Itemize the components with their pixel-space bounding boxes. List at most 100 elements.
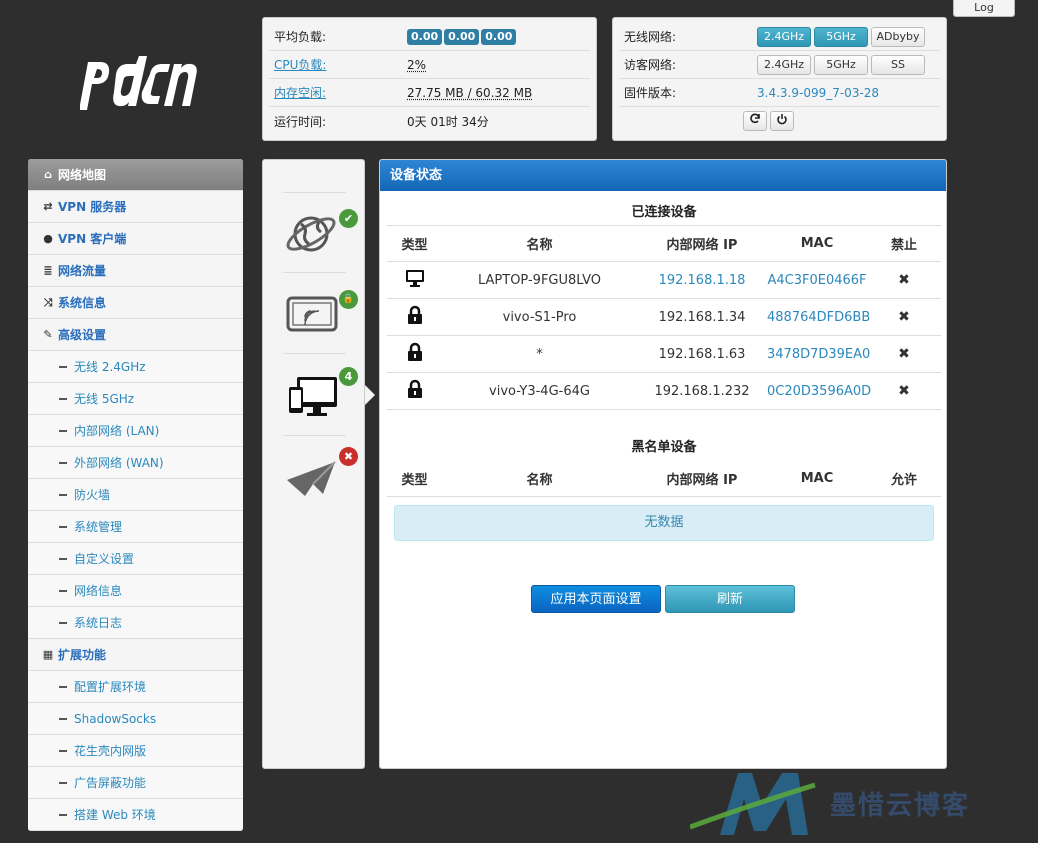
table-row: vivo-S1-Pro 192.168.1.34 488764DFD6BB ✖	[387, 299, 941, 336]
sidebar-sub-shadowsocks[interactable]: ShadowSocks	[28, 703, 243, 735]
blacklist-table: 类型 名称 内部网络 IP MAC 允许	[387, 460, 941, 497]
connected-devices-title: 已连接设备	[631, 205, 697, 220]
wireless-24ghz-button[interactable]: 2.4GHz	[757, 26, 811, 47]
sidebar-item-label: 网络地图	[58, 168, 107, 182]
guest-24ghz-button[interactable]: 2.4GHz	[757, 54, 811, 75]
sidebar-sub-oray[interactable]: 花生壳内网版	[28, 735, 243, 767]
divider	[283, 192, 346, 193]
device-mac[interactable]: 488764DFD6BB	[767, 310, 870, 325]
device-name: vivo-S1-Pro	[502, 309, 577, 325]
sidebar-sub-ext-env[interactable]: 配置扩展环境	[28, 671, 243, 703]
table-header: 类型 名称 内部网络 IP MAC 禁止	[387, 225, 941, 262]
col-mac: MAC	[800, 470, 834, 486]
block-button[interactable]: ✖	[867, 383, 941, 399]
sidebar-item-label: 扩展功能	[58, 648, 107, 662]
block-button[interactable]: ✖	[867, 272, 941, 288]
logout-button[interactable]: Log	[953, 0, 1015, 17]
guest-label: 访客网络:	[624, 58, 677, 72]
home-icon: ⌂	[44, 168, 52, 181]
device-mac[interactable]: 3478D7D39EA0	[767, 347, 870, 362]
desktop-icon	[387, 269, 442, 291]
watermark-logo	[689, 773, 816, 835]
memory-free-link[interactable]: 内存空闲:	[274, 86, 326, 100]
wrench-icon: ✎	[43, 328, 53, 341]
table-row: * 192.168.1.63 3478D7D39EA0 ✖	[387, 336, 941, 373]
logo	[80, 56, 197, 110]
panel-title: 设备状态	[380, 160, 946, 191]
refresh-button[interactable]: 刷新	[665, 585, 795, 613]
col-type: 类型	[401, 238, 428, 253]
watermark: 墨惜云博客	[689, 765, 1030, 840]
load-badge-2: 0.00	[444, 28, 480, 45]
device-status-panel: 设备状态 已连接设备 类型 名称 内部网络 IP MAC 禁止 LAPTOP-9…	[379, 159, 947, 769]
cpu-load-link[interactable]: CPU负载:	[274, 58, 326, 72]
sidebar-item-vpn-client[interactable]: ● VPN 客户端	[28, 223, 243, 255]
sidebar-sub-adblock[interactable]: 广告屏蔽功能	[28, 767, 243, 799]
table-header: 类型 名称 内部网络 IP MAC 允许	[387, 460, 941, 497]
clients-status-icon[interactable]: 4	[283, 365, 358, 427]
list-icon: ≣	[43, 264, 53, 277]
wireless-5ghz-button[interactable]: 5GHz	[814, 26, 868, 47]
device-ip[interactable]: 192.168.1.18	[637, 273, 767, 288]
lock-icon	[387, 342, 442, 366]
sidebar-sub-firewall[interactable]: 防火墙	[28, 479, 243, 511]
sidebar-sub-admin[interactable]: 系统管理	[28, 511, 243, 543]
adbyby-button[interactable]: ADbyby	[871, 26, 925, 47]
sidebar-sub-web-env[interactable]: 搭建 Web 环境	[28, 799, 243, 831]
sidebar-sub-lan[interactable]: 内部网络 (LAN)	[28, 415, 243, 447]
sidebar-item-advanced[interactable]: ✎ 高级设置	[28, 319, 243, 351]
device-ip: 192.168.1.34	[658, 309, 746, 325]
blacklist-title: 黑名单设备	[631, 440, 697, 455]
sidebar-sub-wan[interactable]: 外部网络 (WAN)	[28, 447, 243, 479]
lock-icon	[387, 379, 442, 403]
wireless-label: 无线网络:	[624, 30, 677, 44]
col-ip: 内部网络 IP	[666, 238, 738, 253]
device-mac[interactable]: 0C20D3596A0D	[767, 384, 871, 399]
internet-status-icon[interactable]: ✔	[283, 202, 358, 264]
sidebar-item-system-info[interactable]: ⤨ 系统信息	[28, 287, 243, 319]
device-ip: 192.168.1.232	[654, 383, 750, 399]
refresh-icon[interactable]	[742, 111, 767, 131]
block-button[interactable]: ✖	[867, 309, 941, 325]
connected-devices-table: 类型 名称 内部网络 IP MAC 禁止 LAPTOP-9FGU8LVO 192…	[387, 225, 941, 410]
usb-status-icon[interactable]: ✖	[283, 444, 358, 506]
device-mac[interactable]: A4C3F0E0466F	[767, 273, 867, 288]
power-icon[interactable]	[769, 111, 794, 131]
sidebar-item-extensions[interactable]: ▦ 扩展功能	[28, 639, 243, 671]
sidebar-item-traffic[interactable]: ≣ 网络流量	[28, 255, 243, 287]
sidebar-sub-syslog[interactable]: 系统日志	[28, 607, 243, 639]
sidebar-item-label: 高级设置	[58, 328, 107, 342]
apply-settings-button[interactable]: 应用本页面设置	[531, 585, 661, 613]
check-icon: ✔	[339, 209, 358, 228]
uptime-value: 0天 01时 34分	[407, 114, 489, 129]
ss-button[interactable]: SS	[871, 54, 925, 75]
col-allow: 允许	[890, 472, 917, 488]
block-button[interactable]: ✖	[867, 346, 941, 362]
lock-badge-icon: 🔒	[339, 290, 358, 309]
device-name: *	[536, 346, 543, 362]
sidebar-sub-custom[interactable]: 自定义设置	[28, 543, 243, 575]
sidebar-sub-wireless-5[interactable]: 无线 5GHz	[28, 383, 243, 415]
network-status-panel: 无线网络: 2.4GHz 5GHz ADbyby 访客网络: 2.4GHz 5GHz S…	[612, 17, 947, 141]
wireless-status-icon[interactable]: 🔒	[283, 282, 358, 344]
firmware-version-link[interactable]: 3.4.3.9-099_7-03-28	[757, 86, 879, 100]
load-label: 平均负载:	[274, 30, 327, 44]
device-name: vivo-Y3-4G-64G	[489, 383, 590, 399]
sidebar-menu: ⌂ 网络地图 ⇄ VPN 服务器 ● VPN 客户端 ≣ 网络流量 ⤨ 系统信息…	[28, 159, 243, 831]
lock-icon	[387, 305, 442, 329]
sidebar-item-label: 网络流量	[58, 264, 107, 278]
watermark-text: 墨惜云博客	[830, 791, 971, 821]
guest-5ghz-button[interactable]: 5GHz	[814, 54, 868, 75]
col-name: 名称	[526, 238, 553, 253]
network-map-column: ✔ 🔒 4 ✖	[262, 159, 365, 769]
sidebar-item-vpn-server[interactable]: ⇄ VPN 服务器	[28, 191, 243, 223]
sidebar-sub-netinfo[interactable]: 网络信息	[28, 575, 243, 607]
sidebar-item-network-map[interactable]: ⌂ 网络地图	[28, 159, 243, 191]
cpu-load-value: 2%	[407, 57, 427, 72]
grid-icon: ▦	[42, 648, 54, 661]
col-type: 类型	[401, 472, 428, 488]
divider	[283, 272, 346, 273]
table-row: LAPTOP-9FGU8LVO 192.168.1.18 A4C3F0E0466…	[387, 262, 941, 299]
sidebar-sub-wireless-24[interactable]: 无线 2.4GHz	[28, 351, 243, 383]
device-ip: 192.168.1.63	[658, 346, 746, 362]
